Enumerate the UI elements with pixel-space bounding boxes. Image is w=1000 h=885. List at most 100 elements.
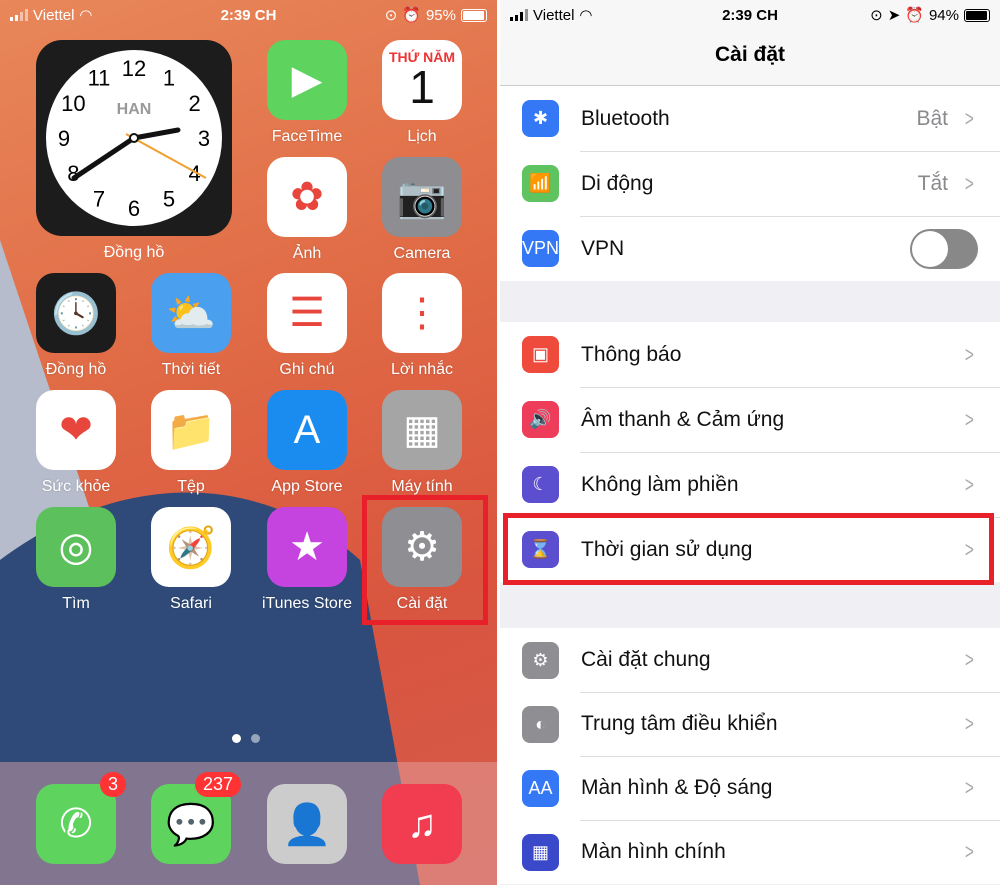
moon-icon: ☾ bbox=[522, 466, 559, 503]
clock-city: HAN bbox=[117, 101, 152, 118]
home-screen: Viettel ◠ 2:39 CH ⊙ ⏰ 95% 12 1 2 3 4 5 6 7 8 9 10 11 HA… bbox=[0, 0, 497, 885]
safari-icon: 🧭 bbox=[151, 507, 231, 587]
chevron-right-icon: > bbox=[965, 839, 975, 864]
messages-icon: 💬 237 bbox=[151, 772, 241, 864]
clock-number: 2 bbox=[188, 91, 200, 116]
app-label: Tệp bbox=[177, 478, 205, 495]
app-reminders[interactable]: ⋮ Lời nhắc bbox=[382, 273, 462, 379]
clock-number: 10 bbox=[61, 91, 85, 116]
gear-icon: ⚙ bbox=[522, 641, 559, 679]
page-indicator[interactable] bbox=[232, 734, 260, 743]
chevron-right-icon: > bbox=[965, 647, 975, 672]
chevron-right-icon: > bbox=[965, 105, 975, 131]
app-weather[interactable]: ⛅ Thời tiết bbox=[151, 273, 231, 379]
settings-row-cellular[interactable]: 📶 Di động Tắt > bbox=[500, 151, 1000, 216]
clock-number: 9 bbox=[58, 126, 70, 151]
app-label: Ghi chú bbox=[279, 361, 335, 378]
settings-row-moon[interactable]: ☾ Không làm phiền > bbox=[500, 452, 1000, 517]
calculator-icon: ▦ bbox=[382, 390, 462, 470]
rotation-lock-icon: ⊙ bbox=[870, 7, 883, 24]
row-label: Cài đặt chung bbox=[581, 648, 711, 671]
phone-icon: ✆ 3 bbox=[36, 772, 126, 864]
notification-badge: 237 bbox=[194, 772, 241, 797]
highlight-box bbox=[362, 495, 488, 625]
app-calculator[interactable]: ▦ Máy tính bbox=[382, 390, 462, 496]
app-label: Ảnh bbox=[292, 245, 322, 262]
music-icon: ♫ bbox=[382, 784, 462, 864]
alarm-icon: ⏰ bbox=[905, 7, 924, 24]
app-label: Tìm bbox=[62, 595, 90, 612]
location-icon: ➤ bbox=[887, 7, 901, 24]
chevron-right-icon: > bbox=[965, 711, 975, 736]
settings-screen: Viettel ◠ 2:39 CH ⊙ ➤ ⏰ 94% Cài đặt ✱ Bluetoo… bbox=[500, 0, 1000, 885]
app-notes[interactable]: ☰ Ghi chú bbox=[267, 273, 347, 379]
app-facetime[interactable]: ▶ FaceTime bbox=[267, 40, 347, 146]
app-label: FaceTime bbox=[271, 128, 343, 145]
app-label: Lịch bbox=[407, 128, 437, 145]
app-camera[interactable]: 📷 Camera bbox=[382, 157, 462, 263]
app-photos[interactable]: ✿ Ảnh bbox=[267, 157, 347, 263]
app-clock[interactable]: 🕓 Đồng hồ bbox=[36, 273, 116, 379]
app-itunes[interactable]: ★ iTunes Store bbox=[262, 507, 352, 613]
itunes-icon: ★ bbox=[267, 507, 347, 587]
calendar-icon: THỨ NĂM 1 bbox=[382, 40, 462, 120]
row-label: Bluetooth bbox=[581, 106, 670, 130]
app-label: Safari bbox=[170, 595, 212, 612]
clock-number: 11 bbox=[88, 65, 111, 90]
app-files[interactable]: 📁 Tệp bbox=[151, 390, 231, 496]
row-label: Màn hình & Độ sáng bbox=[581, 776, 773, 799]
row-label: VPN bbox=[581, 236, 625, 260]
settings-row-toggles[interactable]: ◐ Trung tâm điều khiển > bbox=[500, 692, 1000, 756]
chevron-right-icon: > bbox=[965, 170, 975, 196]
settings-row-vpn[interactable]: VPN VPN bbox=[500, 216, 1000, 281]
app-safari[interactable]: 🧭 Safari bbox=[151, 507, 231, 613]
settings-row-sound[interactable]: 🔊 Âm thanh & Cảm ứng > bbox=[500, 387, 1000, 452]
contacts-icon: 👤 bbox=[267, 784, 347, 864]
dock: ✆ 3 💬 237 👤 ♫ bbox=[0, 762, 497, 885]
alarm-icon: ⏰ bbox=[402, 7, 421, 24]
app-label: Camera bbox=[393, 245, 451, 262]
row-value: Bật bbox=[916, 106, 948, 130]
weather-icon: ⛅ bbox=[151, 273, 231, 353]
status-bar: Viettel ◠ 2:39 CH ⊙ ⏰ 95% bbox=[0, 0, 497, 30]
cellular-icon: 📶 bbox=[522, 165, 559, 202]
clock-widget[interactable]: 12 1 2 3 4 5 6 7 8 9 10 11 HAN bbox=[36, 40, 232, 236]
battery-icon bbox=[461, 8, 487, 22]
row-label: Trung tâm điều khiển bbox=[581, 712, 778, 735]
clock-number: 1 bbox=[163, 65, 175, 90]
clock-number: 5 bbox=[163, 187, 175, 212]
vpn-toggle[interactable] bbox=[910, 228, 978, 269]
dock-music[interactable]: ♫ bbox=[382, 784, 462, 864]
app-calendar[interactable]: THỨ NĂM 1 Lịch bbox=[382, 40, 462, 146]
row-label: Không làm phiền bbox=[581, 472, 739, 496]
settings-row-gear[interactable]: ⚙ Cài đặt chung > bbox=[500, 628, 1000, 692]
dock-phone[interactable]: ✆ 3 bbox=[36, 772, 126, 864]
chevron-right-icon: > bbox=[965, 775, 975, 800]
app-appstore[interactable]: A App Store bbox=[267, 390, 347, 496]
app-label: Lời nhắc bbox=[390, 361, 454, 378]
app-label: iTunes Store bbox=[261, 595, 353, 612]
app-findmy[interactable]: ◎ Tìm bbox=[36, 507, 116, 613]
settings-row-bluetooth[interactable]: ✱ Bluetooth Bật > bbox=[500, 86, 1000, 151]
battery-percent: 94% bbox=[928, 6, 959, 24]
settings-row-home-screen[interactable]: ▦ Màn hình chính > bbox=[500, 820, 1000, 884]
row-label: Màn hình chính bbox=[581, 840, 726, 863]
notifications-icon: ▣ bbox=[522, 336, 559, 373]
app-label: Thời tiết bbox=[161, 361, 221, 378]
app-label: Sức khỏe bbox=[41, 478, 111, 495]
rotation-lock-icon: ⊙ bbox=[384, 7, 398, 24]
dock-contacts[interactable]: 👤 bbox=[267, 784, 347, 864]
bluetooth-icon: ✱ bbox=[522, 100, 559, 137]
clock-number: 6 bbox=[128, 196, 140, 221]
dock-messages[interactable]: 💬 237 bbox=[151, 772, 241, 864]
settings-row-notifications[interactable]: ▣ Thông báo > bbox=[500, 322, 1000, 387]
reminders-icon: ⋮ bbox=[382, 273, 462, 353]
settings-group: ⚙ Cài đặt chung > ◐ Trung tâm điều khiển > AA M… bbox=[500, 628, 1000, 884]
findmy-icon: ◎ bbox=[36, 507, 116, 587]
settings-group: ✱ Bluetooth Bật > 📶 Di động Tắt > VPN VPN bbox=[500, 86, 1000, 281]
app-health[interactable]: ❤ Sức khỏe bbox=[36, 390, 116, 496]
battery-percent: 95% bbox=[425, 6, 456, 24]
chevron-right-icon: > bbox=[965, 471, 975, 497]
settings-row-display[interactable]: AA Màn hình & Độ sáng > bbox=[500, 756, 1000, 820]
row-label: Âm thanh & Cảm ứng bbox=[581, 407, 785, 431]
